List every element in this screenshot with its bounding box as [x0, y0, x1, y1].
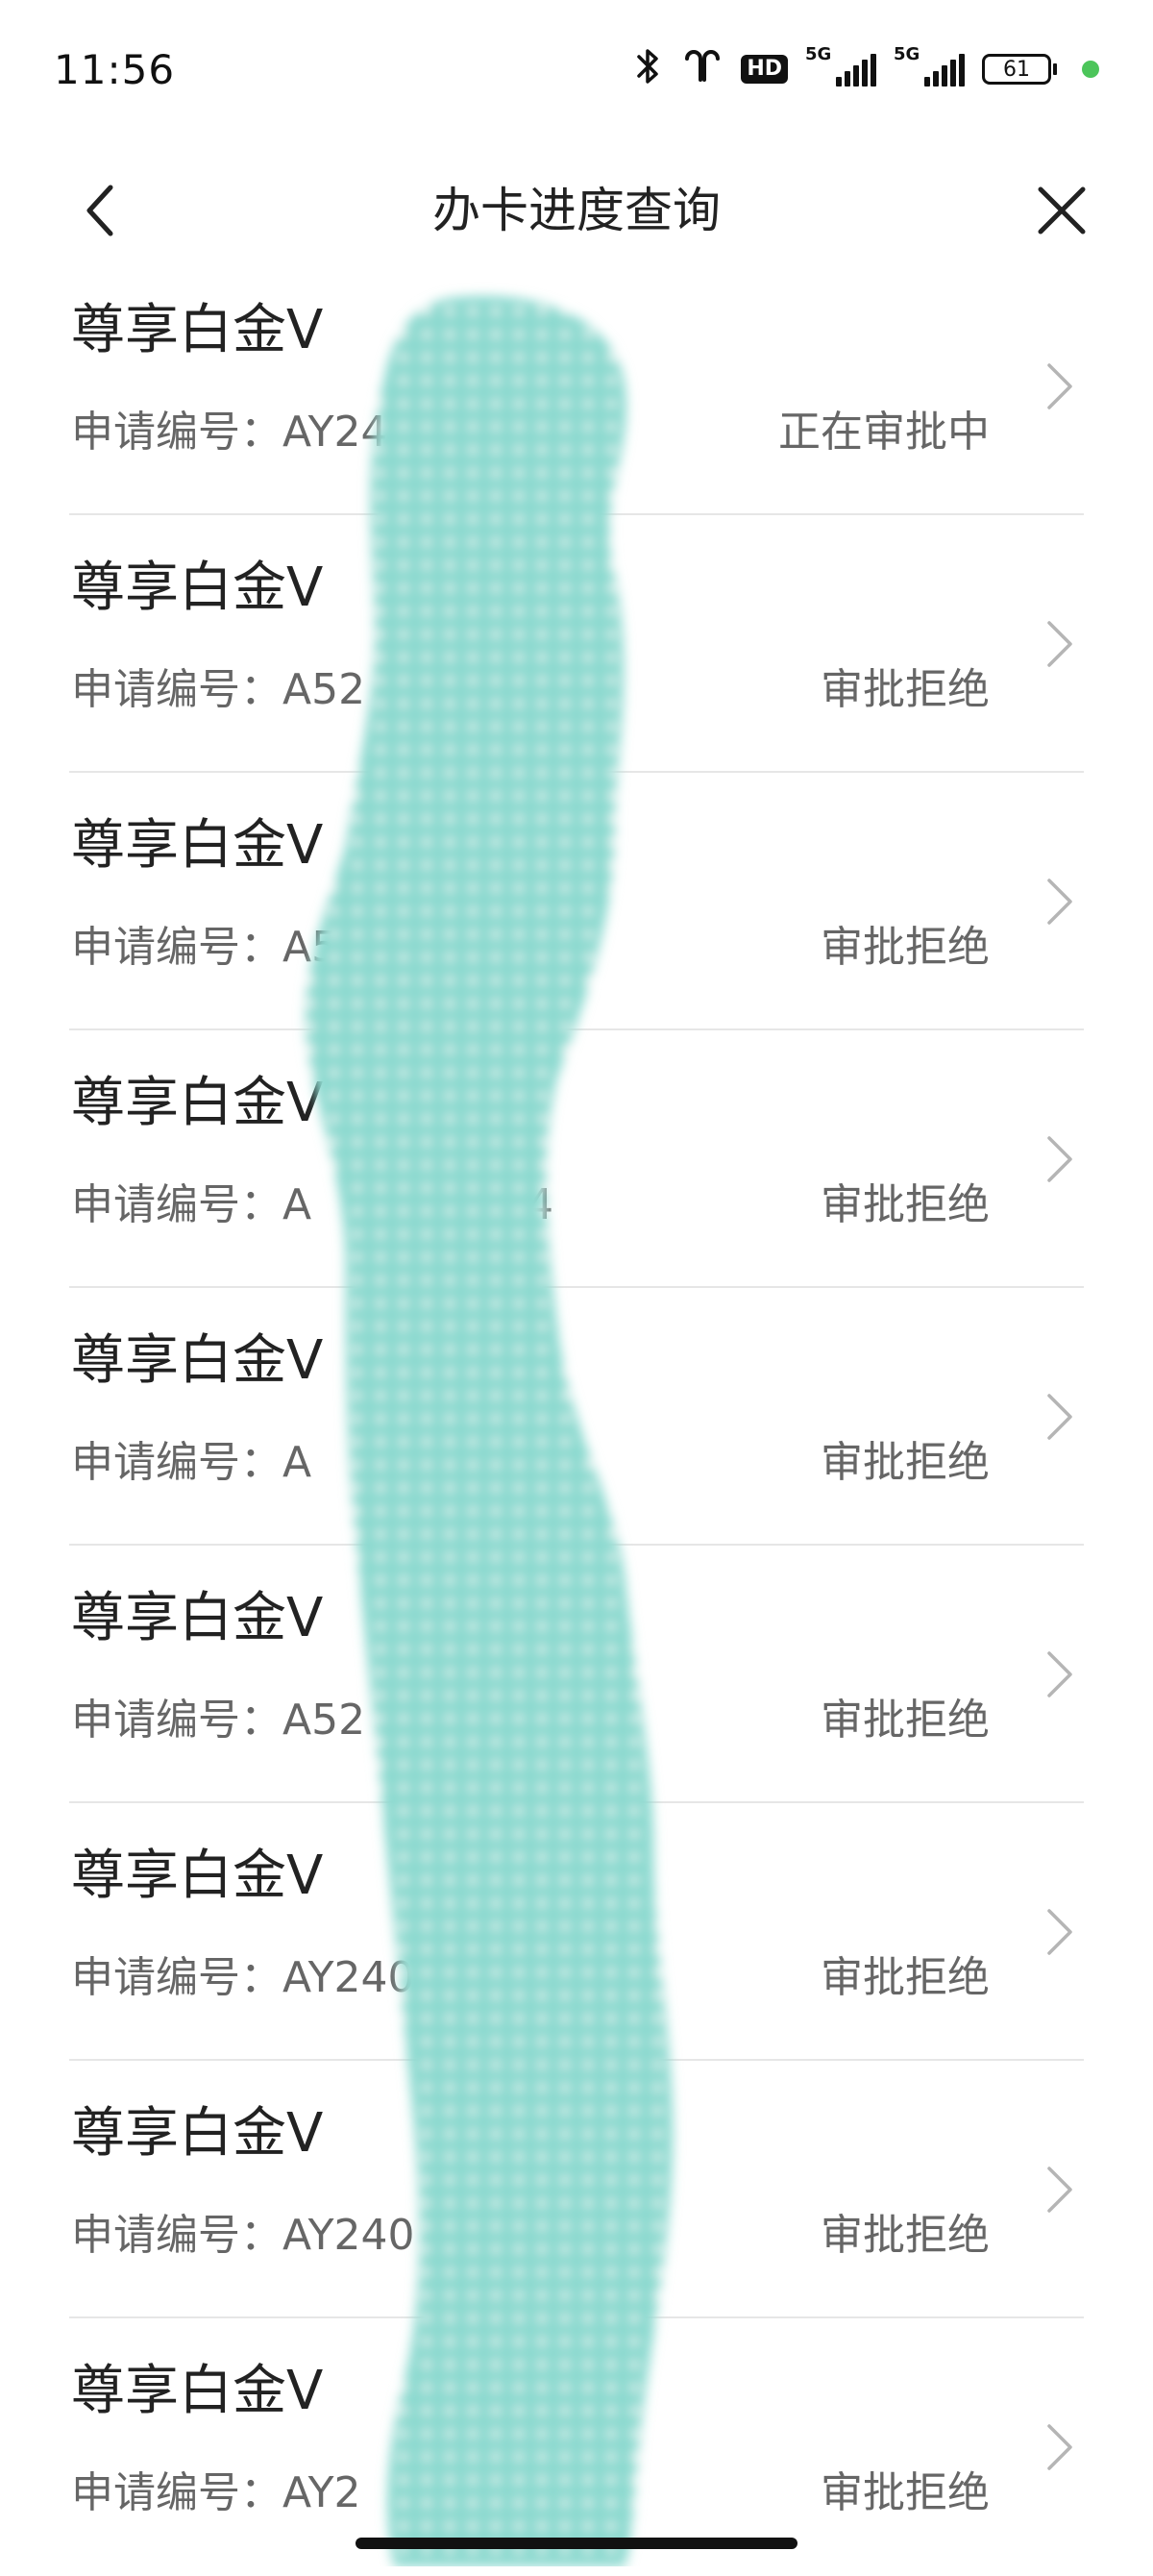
- battery-icon: 61: [982, 54, 1057, 85]
- application-number: A5 70: [282, 923, 527, 972]
- card-name: 尊享白金V: [71, 2102, 324, 2165]
- status-icons: HD 5G 5G 61: [631, 44, 1099, 92]
- application-number-row: 申请编号：AY240: [71, 2215, 415, 2257]
- battery-level: 61: [982, 54, 1051, 85]
- application-row[interactable]: 尊享白金V 申请编号：A 901 审批拒绝: [69, 1288, 1084, 1546]
- chevron-right-icon: [1047, 621, 1072, 667]
- card-name: 尊享白金V: [71, 557, 324, 619]
- application-number-label: 申请编号：: [71, 923, 282, 972]
- home-indicator[interactable]: [356, 2538, 797, 2549]
- approval-status: 审批拒绝: [821, 1438, 990, 1487]
- hd-icon: HD: [741, 55, 788, 84]
- application-number-row: 申请编号：AY240: [71, 1957, 415, 1999]
- application-number-row: 申请编号：A 901: [71, 1442, 527, 1484]
- card-name: 尊享白金V: [71, 2360, 324, 2422]
- application-number-row: 申请编号：A52 05: [71, 669, 553, 711]
- application-number-label: 申请编号：: [71, 1438, 282, 1487]
- application-number-row: 申请编号：A 3084: [71, 1184, 553, 1226]
- close-icon: [1038, 186, 1086, 235]
- chevron-right-icon: [1047, 1136, 1072, 1182]
- application-number-row: 申请编号：AY24 22: [71, 411, 576, 454]
- application-number-label: 申请编号：: [71, 1953, 282, 2002]
- application-number: A52 29: [282, 1696, 553, 1745]
- approval-status: 审批拒绝: [821, 923, 990, 972]
- card-name: 尊享白金V: [71, 1329, 324, 1392]
- approval-status: 审批拒绝: [821, 1696, 990, 1745]
- status-bar: 11:56 HD 5G 5G 61: [0, 0, 1153, 138]
- application-number-label: 申请编号：: [71, 2211, 282, 2260]
- application-number: AY24 22: [282, 408, 576, 457]
- card-name: 尊享白金V: [71, 1072, 324, 1134]
- application-row[interactable]: 尊享白金V 申请编号：A5 70 审批拒绝: [69, 773, 1084, 1030]
- application-number-label: 申请编号：: [71, 665, 282, 714]
- chevron-right-icon: [1047, 363, 1072, 409]
- approval-status: 审批拒绝: [821, 1953, 990, 2002]
- chevron-right-icon: [1047, 1394, 1072, 1440]
- application-row[interactable]: 尊享白金V 申请编号：AY240 审批拒绝: [69, 2061, 1084, 2318]
- status-dot-icon: [1082, 61, 1099, 78]
- card-name: 尊享白金V: [71, 814, 324, 877]
- application-number-label: 申请编号：: [71, 1696, 282, 1745]
- application-row[interactable]: 尊享白金V 申请编号：AY240 审批拒绝: [69, 1803, 1084, 2061]
- close-button[interactable]: [1028, 177, 1095, 244]
- application-number-row: 申请编号：A52 29: [71, 1699, 553, 1742]
- application-number-label: 申请编号：: [71, 2468, 282, 2517]
- application-row[interactable]: 尊享白金V 申请编号：A52 29 审批拒绝: [69, 1546, 1084, 1803]
- application-list: 尊享白金V 申请编号：AY24 22 正在审批中 尊享白金V 申请编号：A52 …: [69, 258, 1084, 2576]
- approval-status: 审批拒绝: [821, 665, 990, 714]
- application-row[interactable]: 尊享白金V 申请编号：A 3084 审批拒绝: [69, 1030, 1084, 1288]
- page-title: 办卡进度查询: [432, 183, 721, 238]
- card-name: 尊享白金V: [71, 1845, 324, 1907]
- application-number-label: 申请编号：: [71, 408, 282, 457]
- chevron-right-icon: [1047, 2167, 1072, 2213]
- signal-5g-icon: 5G: [805, 44, 876, 87]
- application-number-row: 申请编号：A5 70: [71, 927, 527, 969]
- signal-5g-icon: 5G: [894, 44, 965, 87]
- approval-status: 审批拒绝: [821, 2468, 990, 2517]
- earbuds-icon: [681, 47, 724, 92]
- card-name: 尊享白金V: [71, 299, 324, 361]
- application-number: AY240: [282, 1953, 415, 2002]
- application-number: A 3084: [282, 1180, 553, 1229]
- application-number-label: 申请编号：: [71, 1180, 282, 1229]
- status-time: 11:56: [54, 45, 176, 93]
- application-number: AY240: [282, 2211, 415, 2260]
- card-name: 尊享白金V: [71, 1587, 324, 1649]
- application-number: AY2 2: [282, 2468, 523, 2517]
- chevron-right-icon: [1047, 879, 1072, 925]
- application-number: A52 05: [282, 665, 553, 714]
- application-number-row: 申请编号：AY2 2: [71, 2472, 522, 2514]
- chevron-right-icon: [1047, 1909, 1072, 1955]
- application-number: A 901: [282, 1438, 527, 1487]
- chevron-right-icon: [1047, 1651, 1072, 1697]
- chevron-right-icon: [1047, 2424, 1072, 2470]
- approval-status: 审批拒绝: [821, 2211, 990, 2260]
- bluetooth-icon: [631, 47, 664, 92]
- approval-status: 审批拒绝: [821, 1180, 990, 1229]
- application-row[interactable]: 尊享白金V 申请编号：A52 05 审批拒绝: [69, 515, 1084, 773]
- application-row[interactable]: 尊享白金V 申请编号：AY24 22 正在审批中: [69, 258, 1084, 515]
- approval-status: 正在审批中: [778, 408, 990, 457]
